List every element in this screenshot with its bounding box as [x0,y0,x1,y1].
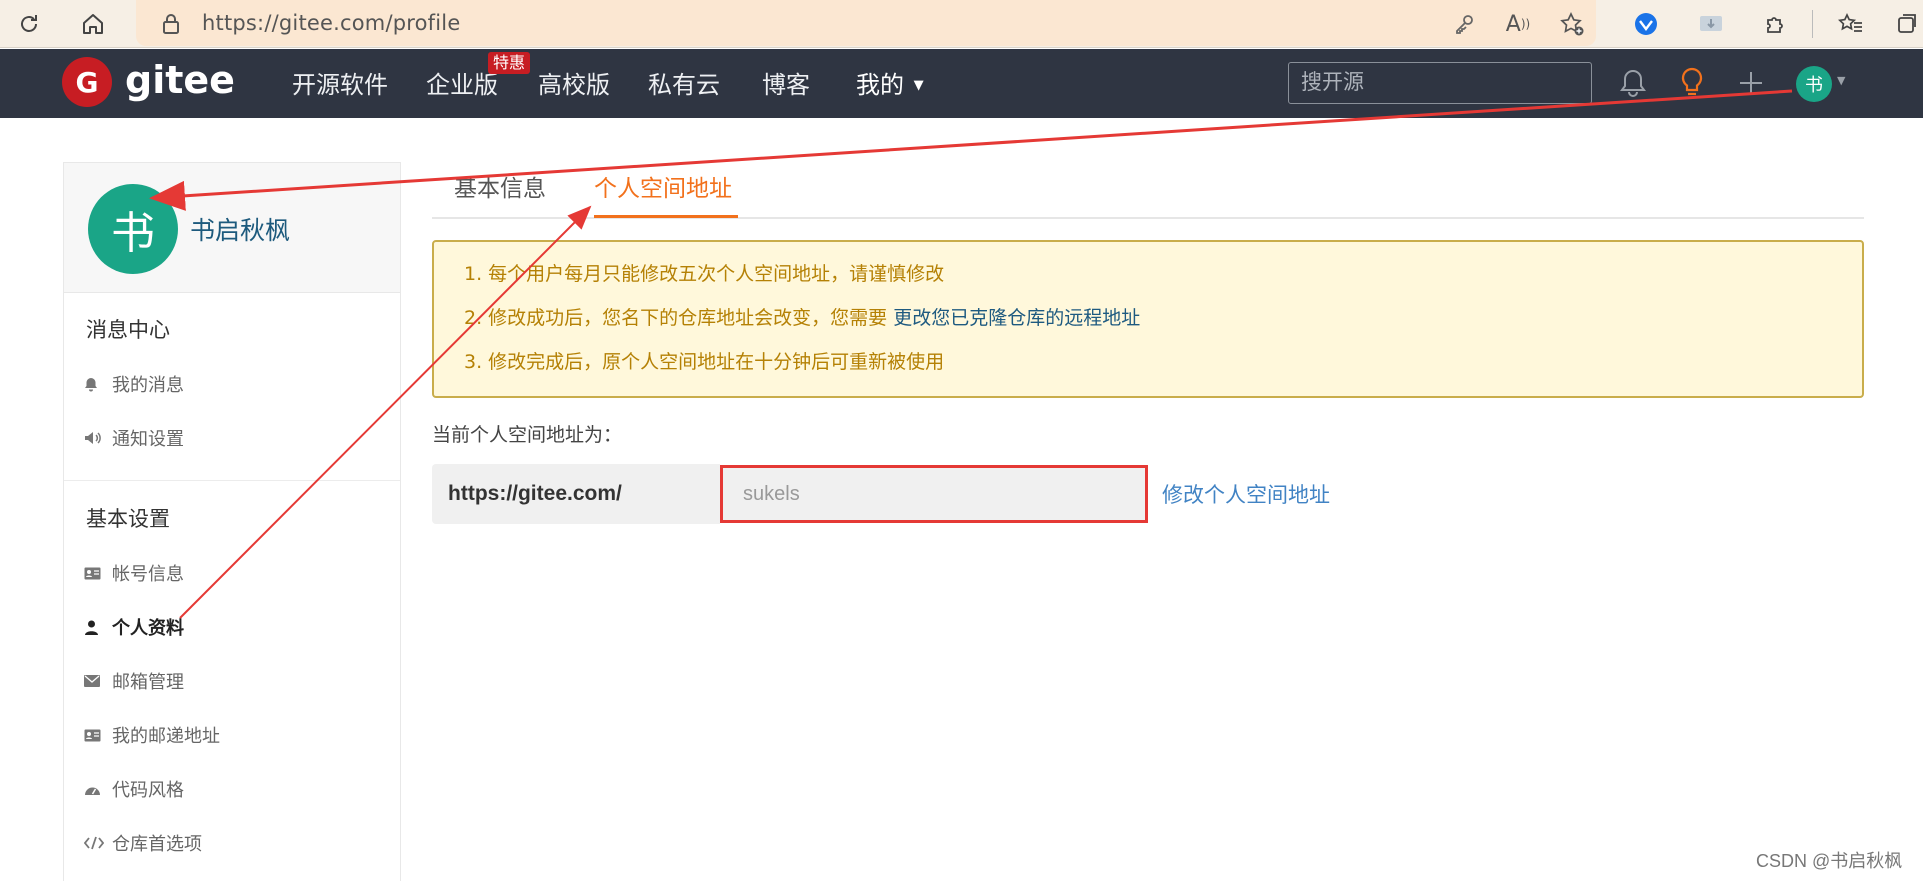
gitee-logo-text[interactable]: gitee [125,55,235,105]
screenshot-extension-icon[interactable] [1694,7,1728,41]
sidebar-item-email-management[interactable]: 邮箱管理 [84,666,184,696]
notice-line-2-text: 2. 修改成功后，您名下的仓库地址会改变，您需要 [464,307,888,329]
address-url[interactable]: https://gitee.com/profile [202,6,460,40]
nav-mine-label: 我的 [856,71,904,99]
tab-basic-info[interactable]: 基本信息 [454,173,546,205]
home-icon[interactable] [76,7,110,41]
notice-line-1: 1. 每个用户每月只能修改五次个人空间地址，请谨慎修改 [464,263,945,285]
sidebar-item-repo-preferences[interactable]: 仓库首选项 [84,828,202,858]
change-space-address-link[interactable]: 修改个人空间地址 [1162,479,1330,509]
sidebar-item-label: 邮箱管理 [112,672,184,693]
active-tab-indicator [594,215,738,218]
search-input[interactable]: 搜开源 [1288,62,1592,104]
browser-toolbar: https://gitee.com/profile A)) [0,0,1923,48]
sidebar-item-label: 仓库首选项 [112,834,202,855]
sidebar-divider [64,480,400,481]
vpn-extension-icon[interactable] [1629,7,1663,41]
profile-tabs: 基本信息 个人空间地址 [432,165,1864,219]
nav-enterprise[interactable]: 企业版 [426,69,498,101]
sidebar-item-notification-settings[interactable]: 通知设置 [84,423,184,453]
sidebar-item-my-messages[interactable]: 我的消息 [84,369,184,399]
id-card-icon [84,567,106,580]
extension-icon[interactable] [1758,7,1792,41]
nav-education[interactable]: 高校版 [538,69,610,101]
sidebar-item-label: 代码风格 [112,780,184,801]
sidebar-item-label: 个人资料 [112,618,184,639]
profile-username[interactable]: 书启秋枫 [190,211,290,247]
current-address-label: 当前个人空间地址为： [432,424,623,446]
refresh-icon[interactable] [12,7,46,41]
section-message-center: 消息中心 [86,318,170,342]
favorite-add-icon[interactable] [1554,6,1590,42]
speaker-icon [84,431,106,445]
lock-icon[interactable] [154,7,188,41]
envelope-icon [84,675,106,687]
nav-mine[interactable]: 我的 ▼ [856,69,924,102]
toolbar-divider [1812,10,1813,38]
code-icon [84,836,106,850]
nav-blog[interactable]: 博客 [762,69,810,101]
plus-icon[interactable] [1733,65,1769,101]
settings-sidebar: 书 书启秋枫 消息中心 我的消息 通知设置 基本设置 帐号信息 个人资料 邮箱管… [63,162,401,881]
section-basic-settings: 基本设置 [86,507,170,531]
key-icon[interactable] [1446,6,1482,42]
update-remote-url-link[interactable]: 更改您已克隆仓库的远程地址 [893,307,1140,329]
bell-icon [84,377,106,392]
lightbulb-icon[interactable] [1674,65,1710,101]
nav-private-cloud[interactable]: 私有云 [648,69,720,101]
read-aloud-icon[interactable]: A)) [1500,6,1536,42]
gitee-logo-icon[interactable]: G [62,57,112,107]
user-avatar[interactable]: 书 [1796,66,1832,102]
favorites-icon[interactable] [1834,7,1868,41]
tab-personal-space[interactable]: 个人空间地址 [594,173,732,205]
dashboard-icon [84,783,106,796]
sidebar-item-code-style[interactable]: 代码风格 [84,774,184,804]
profile-avatar[interactable]: 书 [88,184,178,274]
bell-icon[interactable] [1615,65,1651,101]
url-prefix: https://gitee.com/ [432,464,720,524]
sidebar-item-label: 通知设置 [112,429,184,450]
sidebar-item-account-info[interactable]: 帐号信息 [84,558,184,588]
avatar-caret-icon[interactable]: ▼ [1837,74,1845,87]
nav-open-source[interactable]: 开源软件 [292,69,388,101]
warning-notice: 1. 每个用户每月只能修改五次个人空间地址，请谨慎修改 2. 修改成功后，您名下… [432,240,1864,398]
notice-line-3: 3. 修改完成后，原个人空间地址在十分钟后可重新被使用 [464,351,945,373]
notice-line-2: 2. 修改成功后，您名下的仓库地址会改变，您需要 更改您已克隆仓库的远程地址 [464,304,1140,332]
collections-icon[interactable] [1890,7,1923,41]
sidebar-item-label: 帐号信息 [112,564,184,585]
promo-badge: 特惠 [488,52,531,74]
address-card-icon [84,729,106,742]
gitee-navbar: G gitee 开源软件 企业版 特惠 高校版 私有云 博客 我的 ▼ 搜开源 … [0,49,1923,118]
sidebar-item-profile[interactable]: 个人资料 [84,612,184,642]
profile-card: 书 书启秋枫 [64,163,400,293]
sidebar-item-mailing-address[interactable]: 我的邮递地址 [84,720,220,750]
caret-down-icon: ▼ [913,78,924,93]
user-icon [84,620,106,635]
sidebar-item-label: 我的邮递地址 [112,726,220,747]
sidebar-item-label: 我的消息 [112,375,184,396]
csdn-watermark: CSDN @书启秋枫 [1756,851,1903,871]
space-address-input[interactable]: sukels [720,465,1148,523]
